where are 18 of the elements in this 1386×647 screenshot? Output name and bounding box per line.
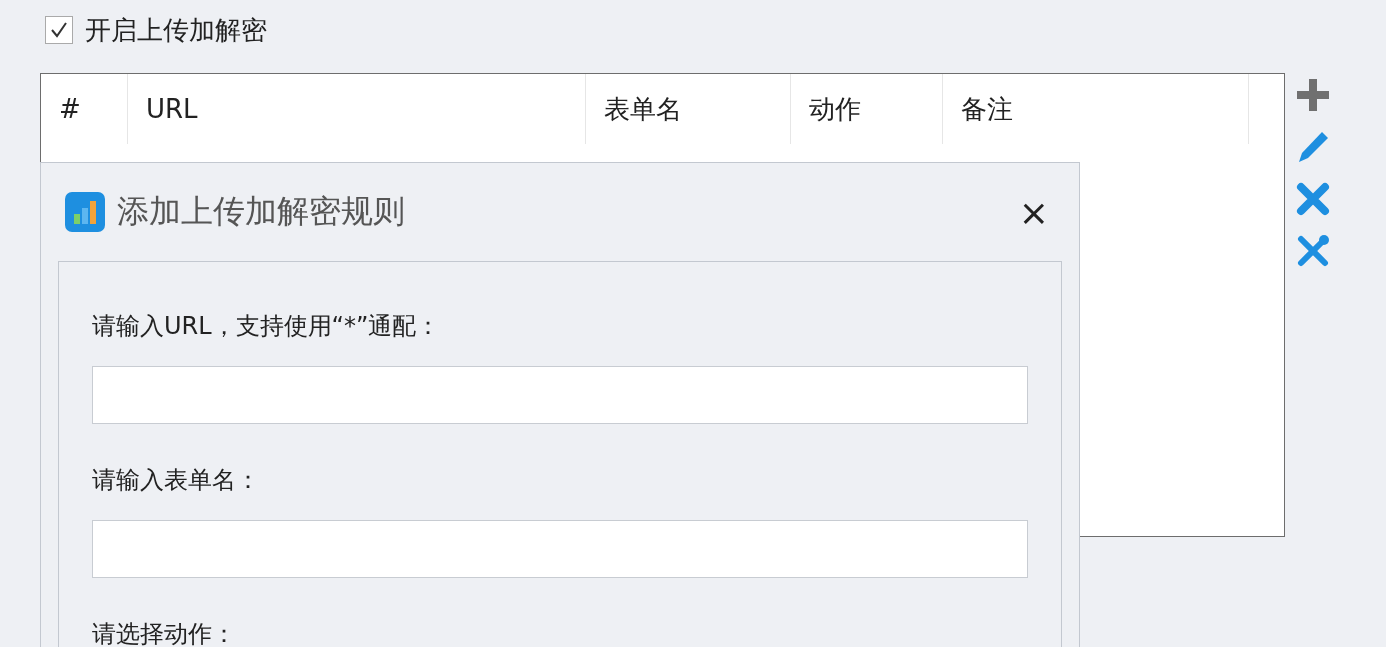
add-icon[interactable] bbox=[1295, 77, 1331, 113]
field-label: 请输入URL，支持使用“*”通配： bbox=[92, 311, 442, 342]
delete-icon[interactable] bbox=[1295, 181, 1331, 217]
dialog-title: 添加上传加解密规则 bbox=[117, 191, 406, 232]
check-icon bbox=[49, 20, 69, 40]
column-header[interactable]: 动作 bbox=[791, 74, 943, 144]
input-field[interactable] bbox=[92, 520, 1028, 578]
column-header[interactable]: # bbox=[41, 74, 128, 144]
column-header[interactable]: URL bbox=[128, 74, 586, 144]
column-header[interactable]: 表单名 bbox=[586, 74, 791, 144]
field-label: 请选择动作： bbox=[92, 619, 237, 647]
checkbox[interactable] bbox=[45, 16, 73, 44]
checkbox-label: 开启上传加解密 bbox=[85, 13, 267, 47]
input-field[interactable] bbox=[92, 366, 1028, 424]
field-label: 请输入表单名： bbox=[92, 465, 261, 496]
chart-icon bbox=[65, 192, 105, 232]
close-button[interactable]: × bbox=[1012, 191, 1055, 233]
column-header[interactable]: 备注 bbox=[943, 74, 1249, 144]
